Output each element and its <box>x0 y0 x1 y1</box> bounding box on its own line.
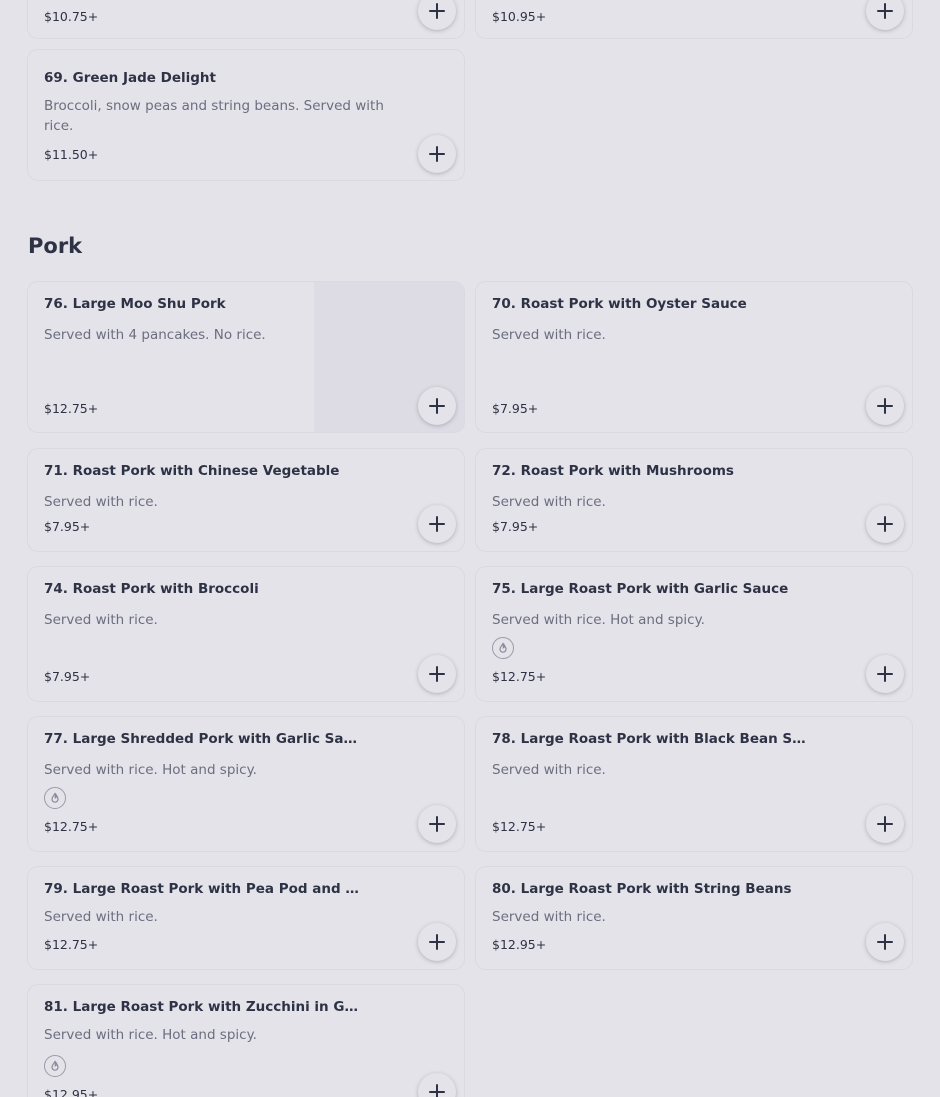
item-price: $7.95+ <box>44 669 91 684</box>
item-description: Served with rice. Hot and spicy. <box>44 1027 257 1043</box>
menu-item-card[interactable]: 71. Roast Pork with Chinese Vegetable Se… <box>28 449 464 551</box>
plus-icon <box>877 934 893 950</box>
item-price: $12.95+ <box>492 937 547 952</box>
item-description: Served with rice. <box>492 909 606 925</box>
item-price: $12.75+ <box>492 669 547 684</box>
item-price: $12.95+ <box>44 1087 99 1097</box>
add-item-button[interactable] <box>418 923 456 961</box>
flame-icon <box>492 637 514 659</box>
plus-icon <box>877 666 893 682</box>
menu-item-card[interactable]: 75. Large Roast Pork with Garlic Sauce S… <box>476 567 912 701</box>
menu-item-card[interactable]: $10.75+ <box>28 0 464 38</box>
item-description: Served with rice. <box>44 612 158 628</box>
item-price: $10.75+ <box>44 9 99 24</box>
menu-item-card[interactable]: $10.95+ <box>476 0 912 38</box>
plus-icon <box>877 816 893 832</box>
menu-item-card[interactable]: 72. Roast Pork with Mushrooms Served wit… <box>476 449 912 551</box>
item-description: Served with rice. <box>44 494 158 510</box>
menu-item-card[interactable]: 79. Large Roast Pork with Pea Pod and Mu… <box>28 867 464 969</box>
add-item-button[interactable] <box>418 655 456 693</box>
item-price: $12.75+ <box>492 819 547 834</box>
plus-icon <box>877 516 893 532</box>
item-description: Served with rice. <box>492 327 606 343</box>
add-item-button[interactable] <box>866 387 904 425</box>
item-price: $10.95+ <box>492 9 547 24</box>
menu-item-card[interactable]: 76. Large Moo Shu Pork Served with 4 pan… <box>28 282 464 432</box>
plus-icon <box>429 146 445 162</box>
flame-icon <box>44 1055 66 1077</box>
plus-icon <box>429 398 445 414</box>
plus-icon <box>429 1084 445 1097</box>
item-description: Served with 4 pancakes. No rice. <box>44 327 266 343</box>
add-item-button[interactable] <box>418 505 456 543</box>
item-title: 71. Roast Pork with Chinese Vegetable <box>44 463 340 479</box>
item-description: Served with rice. Hot and spicy. <box>44 762 257 778</box>
item-title: 81. Large Roast Pork with Zucchini in Ga… <box>44 999 366 1015</box>
plus-icon <box>877 398 893 414</box>
plus-icon <box>429 934 445 950</box>
item-description: Broccoli, snow peas and string beans. Se… <box>44 98 384 134</box>
add-item-button[interactable] <box>418 0 456 30</box>
item-title: 69. Green Jade Delight <box>44 70 216 86</box>
item-price: $7.95+ <box>492 401 539 416</box>
add-item-button[interactable] <box>866 923 904 961</box>
item-price: $7.95+ <box>44 519 91 534</box>
item-title: 77. Large Shredded Pork with Garlic Sauc… <box>44 731 366 747</box>
menu-item-card[interactable]: 81. Large Roast Pork with Zucchini in Ga… <box>28 985 464 1097</box>
item-title: 72. Roast Pork with Mushrooms <box>492 463 734 479</box>
item-title: 75. Large Roast Pork with Garlic Sauce <box>492 581 789 597</box>
item-title: 78. Large Roast Pork with Black Bean Sau… <box>492 731 814 747</box>
menu-item-card[interactable]: 70. Roast Pork with Oyster Sauce Served … <box>476 282 912 432</box>
flame-icon <box>44 787 66 809</box>
item-description: Served with rice. Hot and spicy. <box>492 612 705 628</box>
item-description: Served with rice. <box>492 494 606 510</box>
item-price: $7.95+ <box>492 519 539 534</box>
add-item-button[interactable] <box>418 387 456 425</box>
add-item-button[interactable] <box>866 805 904 843</box>
item-price: $12.75+ <box>44 819 99 834</box>
plus-icon <box>877 3 893 19</box>
item-title: 70. Roast Pork with Oyster Sauce <box>492 296 747 312</box>
menu-item-card[interactable]: 78. Large Roast Pork with Black Bean Sau… <box>476 717 912 851</box>
add-item-button[interactable] <box>418 1073 456 1097</box>
section-title: Pork <box>28 234 83 258</box>
plus-icon <box>429 516 445 532</box>
item-description: Served with rice. <box>492 762 606 778</box>
item-price: $11.50+ <box>44 147 99 162</box>
item-title: 80. Large Roast Pork with String Beans <box>492 881 792 897</box>
add-item-button[interactable] <box>866 0 904 30</box>
item-title: 79. Large Roast Pork with Pea Pod and Mu… <box>44 881 366 897</box>
item-description: Served with rice. <box>44 909 158 925</box>
menu-item-card[interactable]: 74. Roast Pork with Broccoli Served with… <box>28 567 464 701</box>
add-item-button[interactable] <box>418 135 456 173</box>
plus-icon <box>429 816 445 832</box>
add-item-button[interactable] <box>418 805 456 843</box>
item-title: 74. Roast Pork with Broccoli <box>44 581 259 597</box>
menu-item-card[interactable]: 77. Large Shredded Pork with Garlic Sauc… <box>28 717 464 851</box>
plus-icon <box>429 666 445 682</box>
menu-item-card[interactable]: 69. Green Jade Delight Broccoli, snow pe… <box>28 50 464 180</box>
add-item-button[interactable] <box>866 505 904 543</box>
add-item-button[interactable] <box>866 655 904 693</box>
item-price: $12.75+ <box>44 937 99 952</box>
item-title: 76. Large Moo Shu Pork <box>44 296 226 312</box>
menu-item-card[interactable]: 80. Large Roast Pork with String Beans S… <box>476 867 912 969</box>
item-price: $12.75+ <box>44 401 99 416</box>
plus-icon <box>429 3 445 19</box>
